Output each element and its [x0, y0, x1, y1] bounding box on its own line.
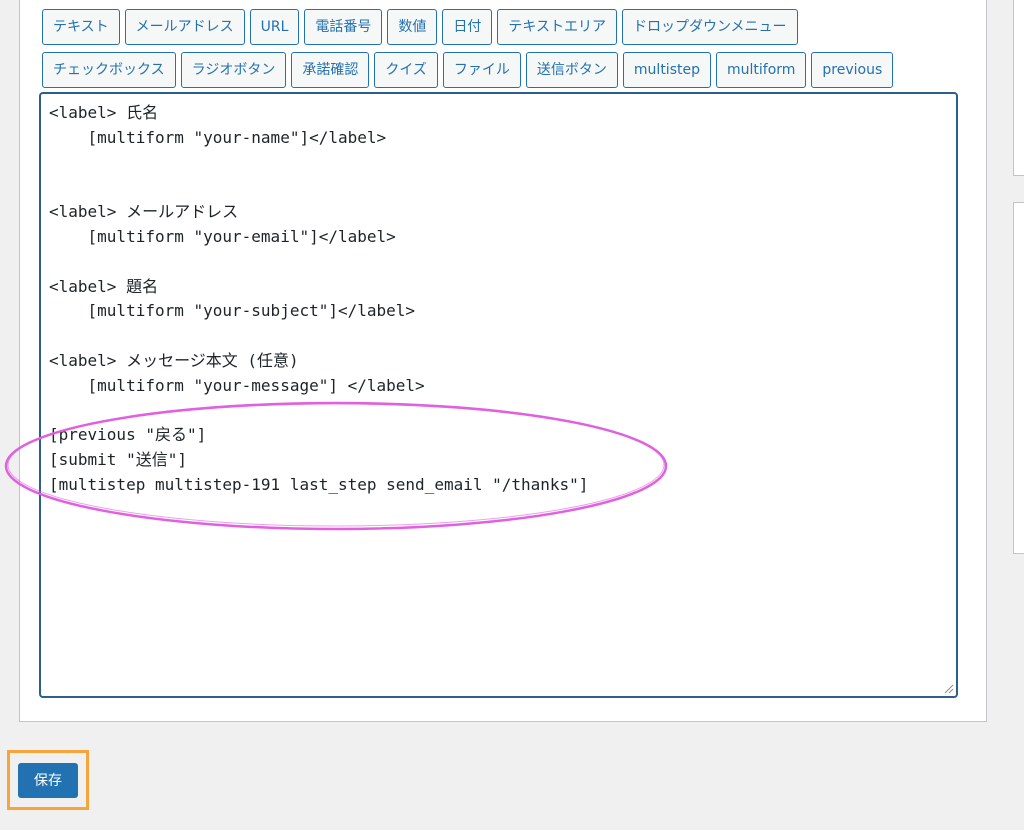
tag-button-date[interactable]: 日付 — [442, 9, 493, 45]
tag-button-file[interactable]: ファイル — [442, 52, 521, 88]
editor-line: [multiform "your-subject"]</label> — [49, 301, 416, 321]
editor-line: <label> 氏名 — [49, 103, 159, 122]
editor-line: [multistep multistep-191 last_step send_… — [49, 474, 589, 494]
tag-button-dropdown[interactable]: ドロップダウンメニュー — [621, 9, 798, 45]
editor-line: [submit "送信"] — [49, 450, 187, 470]
tag-button-quiz[interactable]: クイズ — [374, 52, 438, 88]
form-template-textarea[interactable]: <label> 氏名 [multiform "your-name"]</labe… — [39, 92, 958, 698]
tag-button-tel[interactable]: 電話番号 — [304, 9, 383, 45]
editor-line: <label> メールアドレス — [49, 202, 239, 222]
save-button[interactable]: 保存 — [18, 763, 78, 798]
tag-button-checkbox[interactable]: チェックボックス — [42, 52, 176, 88]
editor-line: [previous "戻る"] — [49, 425, 207, 445]
tag-button-multiform[interactable]: multiform — [715, 52, 807, 88]
tag-button-radio[interactable]: ラジオボタン — [180, 52, 287, 88]
tag-button-submit[interactable]: 送信ボタン — [525, 52, 618, 88]
editor-line: [multiform "your-email"]</label> — [49, 226, 396, 246]
tag-generator-row-1: テキスト メールアドレス URL 電話番号 数値 日付 テキストエリア ドロップ… — [42, 9, 798, 45]
tag-button-text[interactable]: テキスト — [42, 9, 120, 45]
tag-button-multistep[interactable]: multistep — [622, 52, 711, 88]
tag-button-textarea[interactable]: テキストエリア — [497, 9, 617, 45]
editor-line: [multiform "your-message"] </label> — [49, 375, 425, 395]
tag-button-email[interactable]: メールアドレス — [124, 9, 245, 45]
tag-button-number[interactable]: 数値 — [387, 9, 438, 45]
tag-generator-row-2: チェックボックス ラジオボタン 承諾確認 クイズ ファイル 送信ボタン mult… — [42, 52, 894, 88]
editor-line: [multiform "your-name"]</label> — [49, 127, 387, 147]
tag-button-acceptance[interactable]: 承諾確認 — [291, 52, 370, 88]
editor-line: <label> メッセージ本文 (任意) — [49, 350, 299, 370]
sidebar-box-top — [1013, 0, 1024, 176]
tag-button-previous[interactable]: previous — [811, 52, 894, 88]
editor-line: <label> 題名 — [49, 276, 159, 296]
tag-button-url[interactable]: URL — [249, 9, 300, 45]
sidebar-box-bottom — [1013, 202, 1024, 554]
resize-grip-icon[interactable] — [944, 684, 954, 694]
